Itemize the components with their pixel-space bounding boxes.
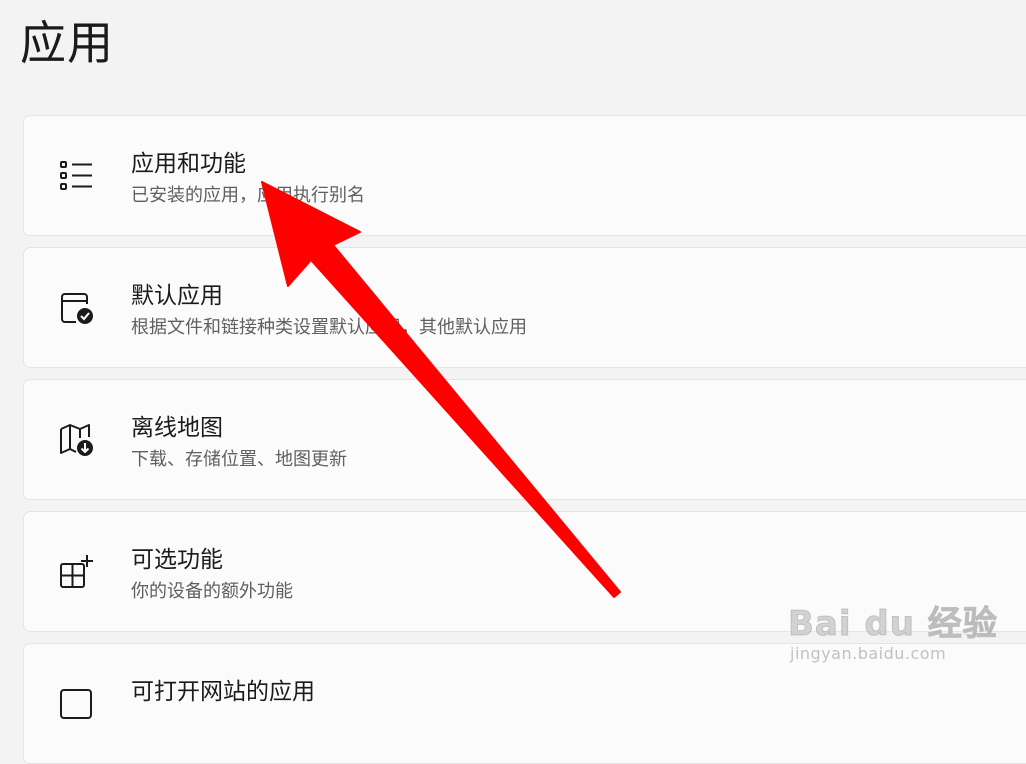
card-subtitle: 根据文件和链接种类设置默认应用，其他默认应用	[131, 317, 527, 338]
card-subtitle: 已安装的应用，应用执行别名	[131, 185, 365, 206]
card-title: 可选功能	[131, 547, 223, 573]
settings-card-offline-maps[interactable]: 离线地图 下载、存储位置、地图更新	[23, 379, 1026, 500]
offline-maps-icon	[56, 420, 96, 460]
list-icon	[56, 156, 96, 196]
settings-card-default-apps[interactable]: 默认应用 根据文件和链接种类设置默认应用，其他默认应用	[23, 247, 1026, 368]
optional-features-icon	[56, 552, 96, 592]
page-title: 应用	[20, 16, 114, 70]
watermark-url: jingyan.baidu.com	[790, 644, 947, 663]
card-title: 离线地图	[131, 415, 223, 441]
settings-card-apps-features[interactable]: 应用和功能 已安装的应用，应用执行别名	[23, 115, 1026, 236]
default-apps-icon	[56, 288, 96, 328]
card-subtitle: 你的设备的额外功能	[131, 581, 293, 602]
card-title: 可打开网站的应用	[131, 679, 315, 705]
card-subtitle: 下载、存储位置、地图更新	[131, 449, 347, 470]
card-title: 默认应用	[131, 283, 223, 309]
card-title: 应用和功能	[131, 151, 246, 177]
open-with-website-icon	[56, 684, 96, 724]
baidu-watermark: Bai du 经验 jingyan.baidu.com	[788, 578, 1018, 678]
watermark-logo-text: Bai du 经验	[788, 604, 998, 645]
